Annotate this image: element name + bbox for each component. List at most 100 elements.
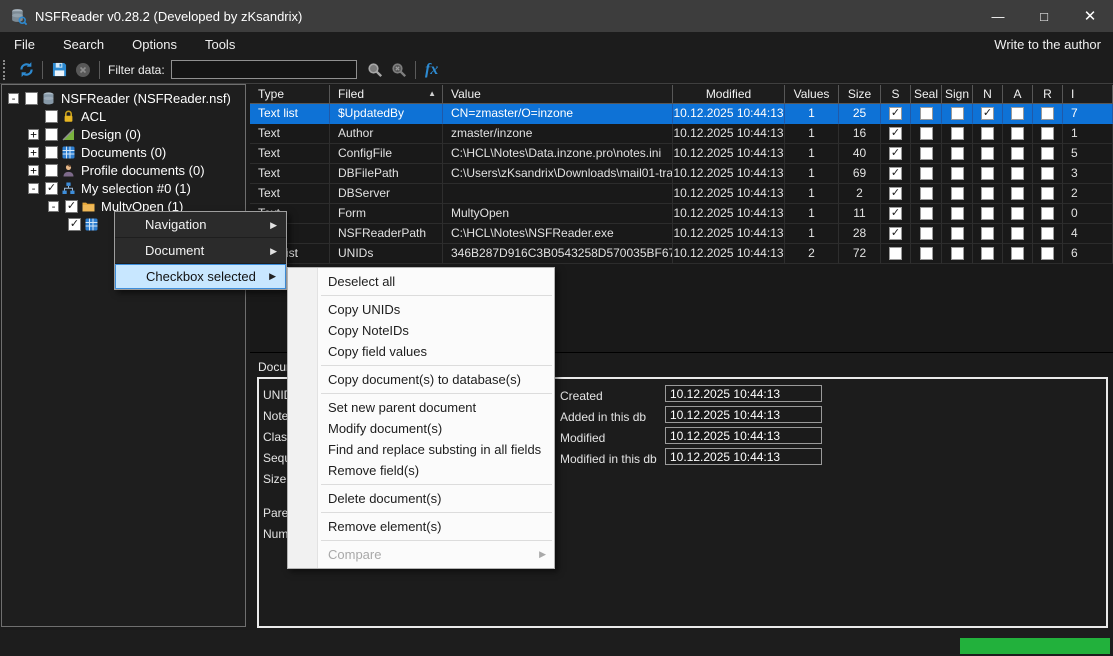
tree-item-acl[interactable]: ACL <box>2 107 245 125</box>
tree-checkbox[interactable] <box>25 92 38 105</box>
checkbox-r[interactable] <box>1041 147 1054 160</box>
col-a[interactable]: A <box>1003 85 1033 104</box>
checkbox-r[interactable] <box>1041 127 1054 140</box>
tree-item-design[interactable]: + Design (0) <box>2 125 245 143</box>
col-s[interactable]: S <box>881 85 911 104</box>
menu-item-find-replace[interactable]: Find and replace substing in all fields <box>288 439 554 460</box>
checkbox-sign[interactable] <box>951 167 964 180</box>
checkbox-n[interactable] <box>981 227 994 240</box>
filter-input[interactable] <box>171 60 357 79</box>
menu-item-checkbox-selected[interactable]: Checkbox selected ▶ <box>115 264 286 289</box>
checkbox-seal[interactable] <box>920 207 933 220</box>
checkbox-sign[interactable] <box>951 247 964 260</box>
checkbox-a[interactable] <box>1011 227 1024 240</box>
col-n[interactable]: N <box>973 85 1003 104</box>
minimize-button[interactable]: — <box>975 0 1021 32</box>
tree-checkbox[interactable]: ✓ <box>65 200 78 213</box>
menu-item-copy-field-values[interactable]: Copy field values <box>288 341 554 362</box>
save-button[interactable] <box>47 59 71 81</box>
checkbox-s[interactable]: ✓ <box>889 127 902 140</box>
expand-toggle[interactable]: - <box>28 183 39 194</box>
checkbox-s[interactable]: ✓ <box>889 167 902 180</box>
menu-item-document[interactable]: Document ▶ <box>115 238 286 264</box>
modified-in-db-value[interactable]: 10.12.2025 10:44:13 <box>665 448 822 465</box>
checkbox-a[interactable] <box>1011 247 1024 260</box>
table-row[interactable]: Text Author zmaster/inzone 10.12.2025 10… <box>250 124 1113 144</box>
col-sign[interactable]: Sign <box>942 85 973 104</box>
checkbox-seal[interactable] <box>920 227 933 240</box>
checkbox-seal[interactable] <box>920 127 933 140</box>
tree-item-nsfreader[interactable]: - NSFReader (NSFReader.nsf) <box>2 89 245 107</box>
tree-checkbox[interactable] <box>45 146 58 159</box>
tree-item-documents[interactable]: + Documents (0) <box>2 143 245 161</box>
checkbox-a[interactable] <box>1011 127 1024 140</box>
tree-checkbox[interactable]: ✓ <box>68 218 81 231</box>
col-seal[interactable]: Seal <box>911 85 942 104</box>
menu-item-remove-fields[interactable]: Remove field(s) <box>288 460 554 481</box>
tree-checkbox[interactable] <box>45 164 58 177</box>
abort-button[interactable] <box>71 59 95 81</box>
col-type[interactable]: Type <box>250 85 330 104</box>
table-row[interactable]: Text list UNIDs 346B287D916C3B0543258D57… <box>250 244 1113 264</box>
checkbox-n[interactable] <box>981 247 994 260</box>
refresh-button[interactable] <box>14 59 38 81</box>
checkbox-sign[interactable] <box>951 187 964 200</box>
checkbox-n[interactable] <box>981 127 994 140</box>
checkbox-s[interactable]: ✓ <box>889 147 902 160</box>
menu-item-compare[interactable]: Compare ▶ <box>288 544 554 565</box>
checkbox-sign[interactable] <box>951 147 964 160</box>
checkbox-a[interactable] <box>1011 147 1024 160</box>
col-filed[interactable]: Filed▲ <box>330 85 443 104</box>
checkbox-sign[interactable] <box>951 227 964 240</box>
table-row[interactable]: Text DBFilePath C:\Users\zKsandrix\Downl… <box>250 164 1113 184</box>
tree-checkbox[interactable]: ✓ <box>45 182 58 195</box>
table-row[interactable]: Text list $UpdatedBy CN=zmaster/O=inzone… <box>250 104 1113 124</box>
table-row[interactable]: Text NSFReaderPath C:\HCL\Notes\NSFReade… <box>250 224 1113 244</box>
checkbox-r[interactable] <box>1041 247 1054 260</box>
checkbox-n[interactable] <box>981 167 994 180</box>
col-value[interactable]: Value <box>443 85 673 104</box>
col-values[interactable]: Values <box>785 85 839 104</box>
toolbar-grip[interactable] <box>3 60 8 80</box>
menu-item-copy-documents-to-databases[interactable]: Copy document(s) to database(s) <box>288 369 554 390</box>
close-button[interactable]: ✕ <box>1067 0 1113 32</box>
checkbox-r[interactable] <box>1041 167 1054 180</box>
formula-button[interactable]: fx <box>420 59 444 81</box>
checkbox-r[interactable] <box>1041 107 1054 120</box>
checkbox-r[interactable] <box>1041 227 1054 240</box>
checkbox-sign[interactable] <box>951 207 964 220</box>
menu-item-copy-noteids[interactable]: Copy NoteIDs <box>288 320 554 341</box>
checkbox-s[interactable]: ✓ <box>889 227 902 240</box>
added-in-db-value[interactable]: 10.12.2025 10:44:13 <box>665 406 822 423</box>
maximize-button[interactable]: □ <box>1021 0 1067 32</box>
expand-toggle[interactable]: - <box>8 93 19 104</box>
created-value[interactable]: 10.12.2025 10:44:13 <box>665 385 822 402</box>
checkbox-a[interactable] <box>1011 207 1024 220</box>
checkbox-n[interactable] <box>981 207 994 220</box>
checkbox-seal[interactable] <box>920 247 933 260</box>
col-r[interactable]: R <box>1033 85 1063 104</box>
checkbox-seal[interactable] <box>920 147 933 160</box>
menu-options[interactable]: Options <box>118 37 191 52</box>
table-row[interactable]: Text DBServer 10.12.2025 10:44:13 1 2 ✓ … <box>250 184 1113 204</box>
write-to-author-link[interactable]: Write to the author <box>994 37 1113 52</box>
tree-item-profile-documents[interactable]: + Profile documents (0) <box>2 161 245 179</box>
menu-item-deselect-all[interactable]: Deselect all <box>288 271 554 292</box>
checkbox-s[interactable]: ✓ <box>889 187 902 200</box>
menu-item-remove-elements[interactable]: Remove element(s) <box>288 516 554 537</box>
table-row[interactable]: Text Form MultyOpen 10.12.2025 10:44:13 … <box>250 204 1113 224</box>
col-i[interactable]: I <box>1063 85 1113 104</box>
checkbox-seal[interactable] <box>920 167 933 180</box>
table-row[interactable]: Text ConfigFile C:\HCL\Notes\Data.inzone… <box>250 144 1113 164</box>
checkbox-n[interactable] <box>981 187 994 200</box>
menu-item-set-new-parent[interactable]: Set new parent document <box>288 397 554 418</box>
checkbox-seal[interactable] <box>920 107 933 120</box>
search-button[interactable] <box>363 59 387 81</box>
checkbox-s[interactable]: ✓ <box>889 207 902 220</box>
menu-tools[interactable]: Tools <box>191 37 249 52</box>
checkbox-a[interactable] <box>1011 187 1024 200</box>
menu-item-copy-unids[interactable]: Copy UNIDs <box>288 299 554 320</box>
col-size[interactable]: Size <box>839 85 881 104</box>
clear-search-button[interactable] <box>387 59 411 81</box>
expand-toggle[interactable]: + <box>28 165 39 176</box>
